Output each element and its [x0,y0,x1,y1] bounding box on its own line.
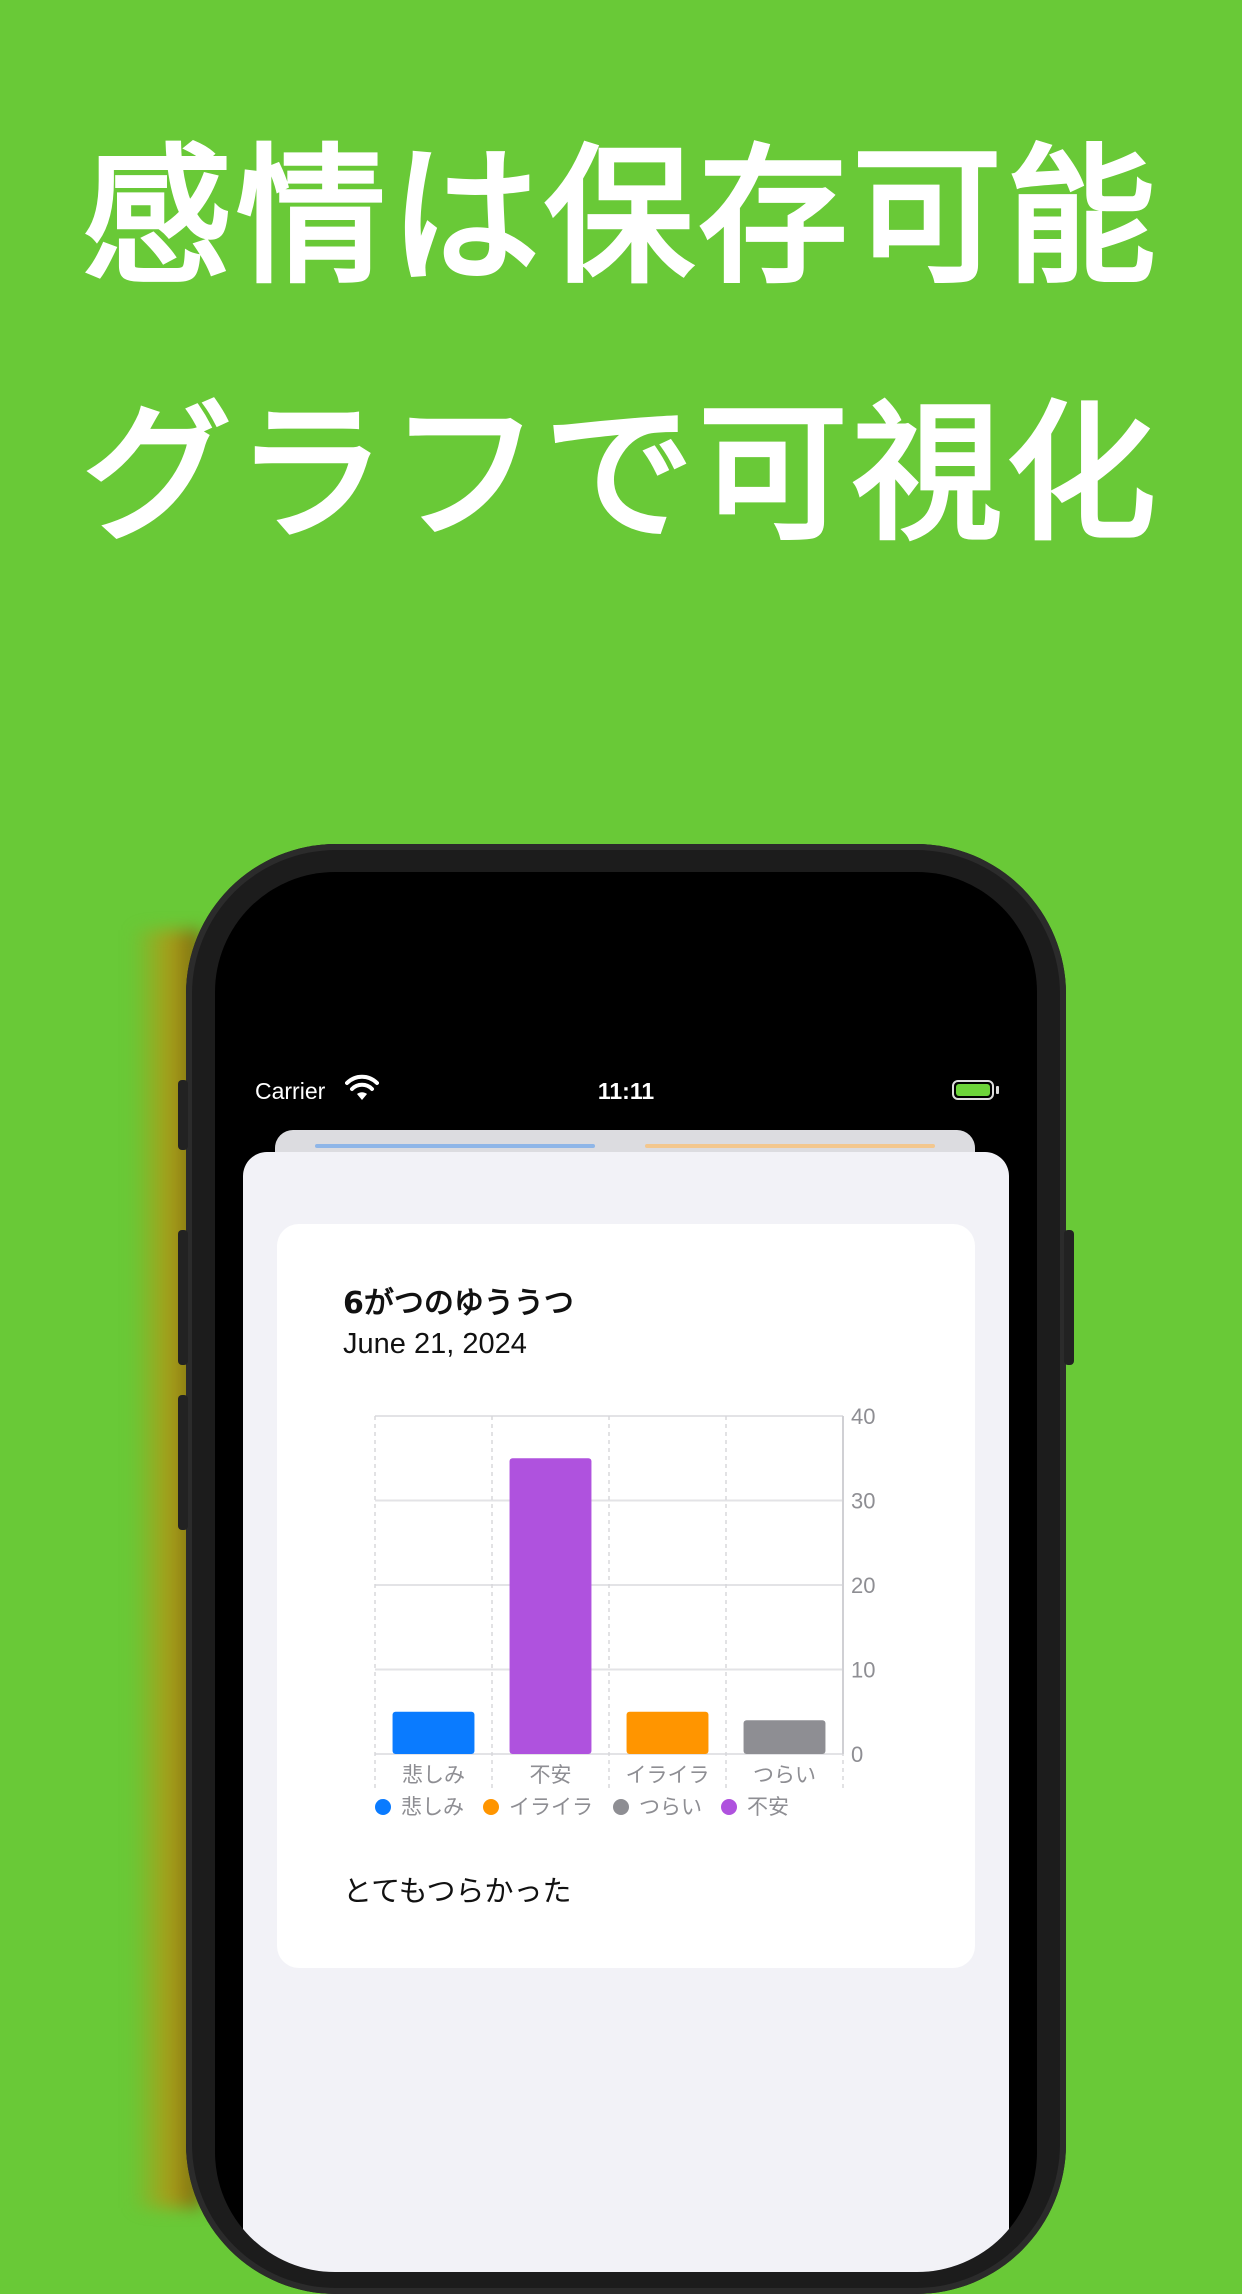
chart-xtick-label: つらい [753,1764,816,1787]
chart-bar [743,1720,826,1754]
chart-ytick-label: 30 [851,1489,875,1514]
emotion-bar-chart: 010203040悲しみ 不安 イライラ つらい悲しみ イライラ つらい 不安 [374,1404,875,1819]
status-bar: Carrier 11:11 [215,1072,1037,1112]
battery-icon [952,1080,994,1100]
chart-legend-dot [483,1799,499,1815]
previous-entry-blue-strip [315,1144,595,1148]
phone-screen: Carrier 11:11 6がつのゆううつ June 21, 2024 0 10… [215,872,1037,2272]
entry-note: とてもつらかった [343,1874,572,1908]
promo-headline-graph: グラフで可視化 [81,388,1160,562]
chart-legend-label: イライラ [509,1796,593,1819]
entry-card: 6がつのゆううつ June 21, 2024 0 10 20 30 40 悲しみ 不安 イライ… [277,1224,975,1968]
battery-nub [996,1086,999,1094]
phone-volume-up-button [178,1230,188,1365]
previous-entry-orange-strip [645,1144,935,1148]
chart-xtick-label: イライラ [626,1764,710,1787]
phone-volume-down-button [178,1395,188,1530]
chart-bar [626,1711,709,1754]
entry-detail-sheet: 6がつのゆううつ June 21, 2024 0 10 20 30 40 悲しみ 不安 イライ… [243,1152,1009,2272]
chart-legend-label: 不安 [747,1796,789,1819]
phone-silent-switch [178,1080,188,1150]
chart-legend-dot [613,1799,629,1815]
phone-power-button [1064,1230,1074,1365]
chart-ytick-label: 40 [851,1404,875,1429]
promo-headline-save: 感情は保存可能 [81,131,1160,305]
chart-legend-label: つらい [639,1796,702,1819]
chart-bar [392,1711,475,1754]
chart-legend-dot [375,1799,391,1815]
battery-level [956,1084,990,1096]
chart-legend-dot [721,1799,737,1815]
chart-ytick-label: 10 [851,1658,875,1683]
chart-xtick-label: 不安 [530,1764,572,1787]
chart-xtick-label: 悲しみ [402,1764,465,1787]
chart-ytick-label: 0 [851,1742,863,1767]
chart-bar [509,1458,592,1754]
status-time: 11:11 [597,1078,655,1104]
chart-legend-label: 悲しみ [401,1796,464,1819]
chart-ytick-label: 20 [851,1573,875,1598]
